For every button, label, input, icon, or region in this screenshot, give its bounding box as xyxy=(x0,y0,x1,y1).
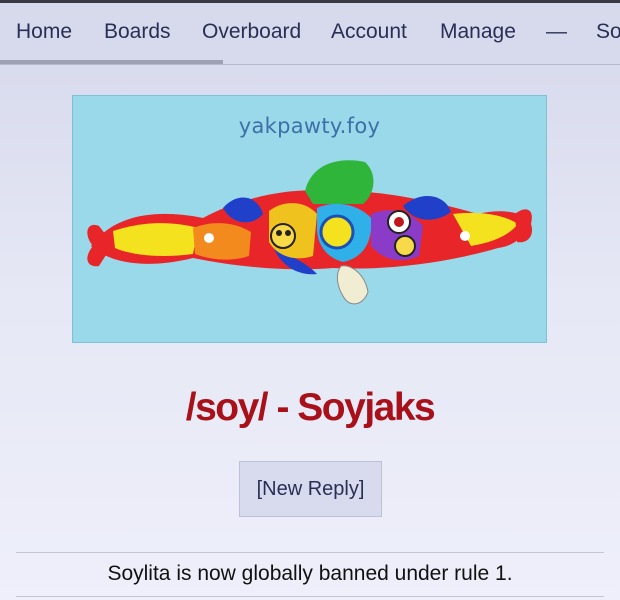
divider-bottom xyxy=(16,596,604,597)
nav-home-link[interactable]: Home xyxy=(16,19,72,45)
nav-account-link[interactable]: Account xyxy=(331,19,407,45)
global-announcement: Soylita is now globally banned under rul… xyxy=(107,562,513,585)
nav-overboard-link[interactable]: Overboard xyxy=(202,19,301,45)
new-reply-button[interactable]: [New Reply] xyxy=(239,461,382,517)
divider-top xyxy=(16,552,604,553)
banner-caption: yakpawty.foy xyxy=(238,114,381,138)
page-load-progress xyxy=(0,60,620,64)
page-load-progress-fill xyxy=(0,60,224,64)
nav-manage-link[interactable]: Manage xyxy=(440,19,516,45)
nav-boards-link[interactable]: Boards xyxy=(104,19,171,45)
nav-separator: — xyxy=(546,20,567,43)
board-title: /soy/ - Soyjaks xyxy=(185,386,436,429)
top-navbar: Home Boards Overboard Account Manage — S… xyxy=(0,3,620,65)
nav-truncated-link[interactable]: So xyxy=(596,19,620,45)
board-banner-image[interactable]: yakpawty.foy xyxy=(72,95,547,343)
